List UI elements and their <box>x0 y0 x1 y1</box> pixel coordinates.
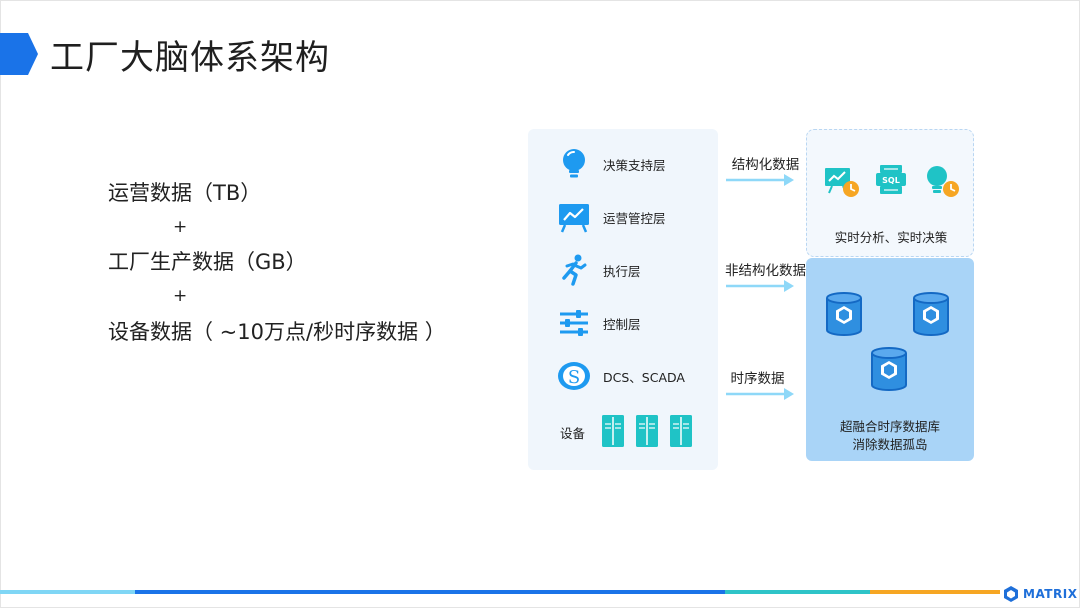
layer-label: 执行层 <box>603 264 641 279</box>
server-cabinet-icon <box>602 415 624 447</box>
arrow-right-icon <box>726 280 794 292</box>
footer-bar-orange <box>870 590 1000 594</box>
layer-operations-control: 运营管控层 <box>528 197 718 237</box>
arrow-right-icon <box>726 174 794 186</box>
sliders-icon <box>560 310 588 336</box>
database-subtitle: 消除数据孤岛 <box>852 437 928 452</box>
plus-sign-2: + <box>173 286 188 306</box>
realtime-analysis-label: 实时分析、实时决策 <box>834 230 948 245</box>
scada-logo-icon: S <box>558 362 590 390</box>
layer-dcs-scada: S DCS、SCADA <box>528 356 718 396</box>
plus-sign-1: + <box>173 217 188 237</box>
presentation-chart-icon <box>559 204 589 233</box>
database-cylinder-icon <box>913 292 949 336</box>
server-cabinet-icon <box>670 415 692 447</box>
timeseries-database-box: 超融合时序数据库 消除数据孤岛 <box>806 258 974 461</box>
running-person-icon <box>562 254 587 286</box>
sql-database-icon: SQL <box>876 165 906 194</box>
flow-label: 结构化数据 <box>731 157 800 173</box>
layer-label: 决策支持层 <box>603 158 666 173</box>
database-title: 超融合时序数据库 <box>839 419 940 434</box>
layer-control: 控制层 <box>528 303 718 343</box>
svg-text:SQL: SQL <box>882 176 900 185</box>
production-data-label: 工厂生产数据（GB） <box>108 250 307 274</box>
footer-bar-teal <box>725 590 870 594</box>
equipment-data-label: 设备数据（ ~10万点/秒时序数据 ） <box>108 320 446 344</box>
layer-label: 控制层 <box>603 317 641 332</box>
flow-label: 时序数据 <box>730 371 785 387</box>
arrow-right-icon <box>726 388 794 400</box>
layer-label: DCS、SCADA <box>603 370 685 385</box>
flow-timeseries: 时序数据 <box>710 367 805 407</box>
realtime-analysis-box: SQL 实时分析、实时决策 <box>806 129 974 257</box>
footer-bar-cyan <box>0 590 135 594</box>
title-marker <box>0 33 38 75</box>
idea-clock-icon <box>927 166 959 197</box>
matrix-logo: MATRIX <box>1002 584 1078 604</box>
database-cylinder-icon <box>826 292 862 336</box>
footer-bar-blue <box>135 590 725 594</box>
slide-title: 工厂大脑体系架构 <box>50 38 330 78</box>
cube-logo-icon <box>1004 586 1018 602</box>
layer-execution: 执行层 <box>528 250 718 290</box>
layer-decision-support: 决策支持层 <box>528 144 718 184</box>
database-cylinder-icon <box>871 347 907 391</box>
operations-data-label: 运营数据（TB） <box>108 181 262 205</box>
analytics-clock-icon <box>825 168 859 197</box>
flow-label: 非结构化数据 <box>725 263 806 279</box>
svg-text:S: S <box>568 367 580 388</box>
layer-stack-panel: 决策支持层 运营管控层 执行层 控制层 S DCS、SCADA 设备 <box>528 129 718 470</box>
flow-structured: 结构化数据 <box>718 153 813 193</box>
server-cabinet-icon <box>636 415 658 447</box>
layer-equipment: 设备 <box>528 412 718 452</box>
brand-name: MATRIX <box>1023 587 1078 601</box>
layer-label: 运营管控层 <box>603 211 666 226</box>
lightbulb-icon <box>563 149 585 178</box>
flow-unstructured: 非结构化数据 <box>713 259 818 299</box>
layer-label: 设备 <box>560 426 586 441</box>
